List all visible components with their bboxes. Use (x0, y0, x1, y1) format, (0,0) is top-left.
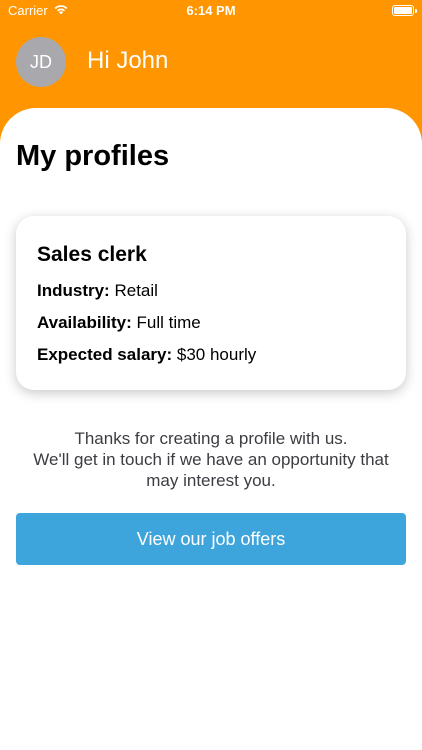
salary-row: Expected salary: $30 hourly (37, 345, 385, 365)
profile-title: Sales clerk (37, 243, 147, 266)
availability-value: Full time (136, 313, 201, 332)
salary-value: $30 hourly (176, 345, 257, 364)
availability-row: Availability: Full time (37, 313, 385, 333)
battery-level (394, 7, 412, 14)
status-time: 6:14 PM (186, 3, 236, 18)
battery-tip (415, 8, 417, 13)
thanks-line: We'll get in touch if we have an opportu… (33, 450, 389, 469)
view-job-offers-button[interactable]: View our job offers (16, 513, 406, 565)
industry-row: Industry: Retail (37, 281, 385, 301)
profiles-screen: Carrier 6:14 PM JD Hi John My profiles S… (0, 0, 422, 750)
thanks-line: may interest you. (146, 471, 276, 490)
profile-card[interactable]: Sales clerk Industry: Retail Availabilit… (16, 216, 406, 390)
industry-label: Industry: (37, 281, 110, 300)
status-bar: Carrier 6:14 PM (0, 0, 422, 22)
salary-label: Expected salary: (37, 345, 173, 364)
battery-icon (392, 5, 417, 16)
greeting-text: Hi John (87, 47, 169, 74)
avatar[interactable]: JD (16, 37, 66, 87)
thanks-message: Thanks for creating a profile with us. W… (0, 428, 422, 491)
thanks-line: Thanks for creating a profile with us. (74, 429, 348, 448)
industry-value: Retail (114, 281, 158, 300)
availability-label: Availability: (37, 313, 132, 332)
page-title: My profiles (16, 140, 170, 172)
